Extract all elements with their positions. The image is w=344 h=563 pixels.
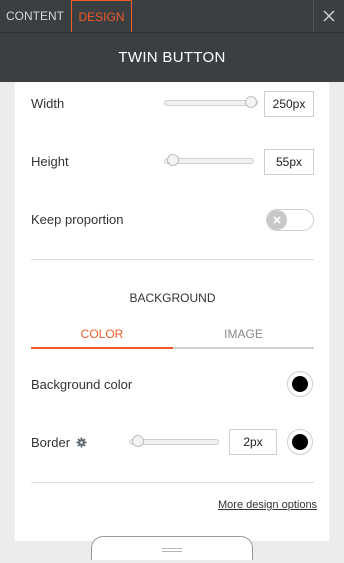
gear-icon[interactable] (76, 437, 87, 448)
width-slider-handle[interactable] (245, 96, 257, 108)
border-width-input[interactable]: 2px (229, 429, 277, 455)
width-slider[interactable] (164, 96, 258, 108)
divider (31, 259, 314, 260)
tab-design[interactable]: DESIGN (71, 0, 132, 32)
close-icon (323, 10, 335, 22)
border-color-picker[interactable] (287, 429, 313, 455)
right-gutter (330, 82, 344, 563)
border-slider-handle[interactable] (132, 435, 144, 447)
panel-title: TWIN BUTTON (0, 32, 344, 82)
background-color-swatch (292, 376, 308, 392)
close-button[interactable] (313, 0, 344, 32)
toggle-knob (267, 210, 287, 230)
height-slider-handle[interactable] (167, 154, 179, 166)
height-label: Height (31, 154, 69, 169)
x-icon (273, 216, 281, 224)
keep-proportion-label: Keep proportion (31, 212, 124, 227)
tab-background-image[interactable]: IMAGE (173, 325, 314, 349)
border-slider[interactable] (129, 435, 219, 447)
height-input[interactable]: 55px (264, 149, 314, 175)
design-panel: Width 250px Height 55px Keep proportion … (14, 82, 330, 541)
background-color-label: Background color (31, 377, 133, 392)
tab-content[interactable]: CONTENT (0, 0, 70, 32)
border-label: Border (31, 435, 71, 450)
height-slider[interactable] (164, 154, 254, 166)
divider (31, 482, 314, 483)
border-color-swatch (292, 434, 308, 450)
more-design-options-link[interactable]: More design options (218, 499, 317, 511)
left-gutter (0, 82, 14, 563)
keep-proportion-toggle[interactable] (266, 209, 314, 231)
background-section-title: BACKGROUND (129, 291, 216, 305)
tab-background-color[interactable]: COLOR (31, 325, 173, 349)
top-tab-bar: CONTENT DESIGN (0, 0, 344, 32)
width-input[interactable]: 250px (264, 91, 314, 117)
width-label: Width (31, 96, 65, 111)
resize-grip-icon[interactable] (162, 548, 182, 553)
background-color-picker[interactable] (287, 371, 313, 397)
